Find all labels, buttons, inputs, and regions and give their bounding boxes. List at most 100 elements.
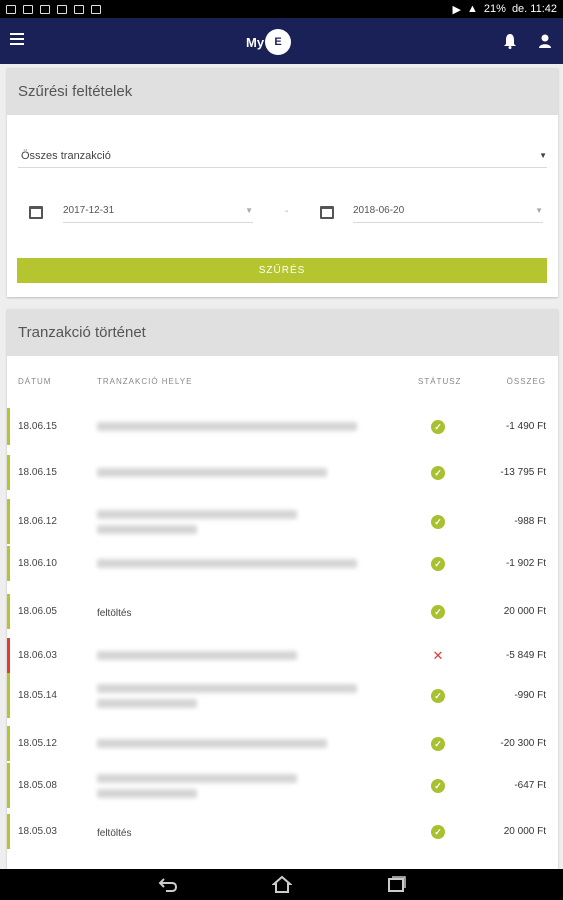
date-to-value: 2018-06-20 [353,205,405,216]
logo-mark: E [265,29,292,55]
redacted-text [97,421,357,431]
user-profile-icon[interactable] [538,33,552,49]
redacted-text [97,524,197,534]
transaction-amount: -988 Ft [514,515,546,527]
calendar-icon[interactable] [320,206,334,219]
transaction-place [97,738,397,754]
redacted-text [97,788,197,798]
transaction-date: 18.05.03 [18,825,57,837]
failed-icon: ✕ [432,647,444,663]
date-to-field[interactable]: 2018-06-20 ▼ [353,199,543,223]
success-check-icon: ✓ [431,419,445,434]
app-bar: My E [0,18,563,64]
transaction-row[interactable]: 18.05.08 ✓ -647 Ft [7,763,558,808]
transaction-amount: -1 902 Ft [505,557,546,569]
dropdown-caret-icon: ▼ [245,206,253,215]
success-check-icon: ✓ [431,465,445,480]
transaction-amount: -5 849 Ft [505,649,546,661]
notification-icon [6,4,16,14]
transaction-amount: -647 Ft [514,779,546,791]
filter-button[interactable]: SZŰRÉS [17,258,547,283]
notification-icon [91,4,101,14]
transaction-place [97,467,397,483]
redacted-text [97,738,327,748]
redacted-text [97,558,357,568]
row-status-indicator [7,594,10,629]
column-header-place: TRANZAKCIÓ HELYE [97,377,193,386]
transaction-place [97,683,397,714]
transaction-amount: -13 795 Ft [500,466,546,478]
transaction-place [97,650,397,666]
success-check-icon: ✓ [431,556,445,571]
transaction-type-select[interactable]: Összes tranzakció ▼ [18,144,547,168]
clock: de. 11:42 [511,3,557,15]
transaction-date: 18.06.12 [18,515,57,527]
transaction-place [97,558,397,574]
back-icon[interactable] [158,875,178,893]
logo-prefix: My [246,34,265,50]
transaction-row[interactable]: 18.05.03 feltöltés ✓ 20 000 Ft [7,814,558,849]
notification-icon [57,4,67,14]
logo: My E [246,28,292,56]
date-range-separator: - [285,206,289,217]
transaction-row[interactable]: 18.06.15 ✓ -13 795 Ft [7,455,558,490]
history-title: Tranzakció történet [7,309,558,356]
transaction-place [97,509,397,540]
transaction-type-value: Összes tranzakció [21,149,111,162]
home-icon[interactable] [272,875,292,893]
notification-icons [6,4,101,14]
row-status-indicator [7,546,10,581]
transaction-date: 18.06.15 [18,466,57,478]
transaction-row[interactable]: 18.05.12 ✓ -20 300 Ft [7,726,558,761]
android-nav-bar [0,869,563,900]
column-header-status: STÁTUSZ [418,377,462,386]
redacted-text [97,683,357,693]
calendar-icon[interactable] [29,206,43,219]
bluetooth-icon: ▶ [452,3,462,16]
row-status-indicator [7,499,10,544]
transaction-amount: 20 000 Ft [503,605,546,617]
redacted-text [97,509,297,519]
transaction-row[interactable]: 18.06.03 ✕ -5 849 Ft [7,638,558,673]
transaction-amount: -20 300 Ft [500,737,546,749]
row-status-indicator [7,673,10,718]
transaction-row[interactable]: 18.06.12 ✓ -988 Ft [7,499,558,544]
transaction-date: 18.06.10 [18,557,57,569]
transaction-row[interactable]: 18.05.14 ✓ -990 Ft [7,673,558,718]
transaction-amount: 20 000 Ft [503,825,546,837]
redacted-text [97,650,297,660]
filter-card: Szűrési feltételek Összes tranzakció ▼ 2… [7,68,558,297]
redacted-text [97,467,327,477]
row-status-indicator [7,726,10,761]
transaction-row[interactable]: 18.06.05 feltöltés ✓ 20 000 Ft [7,594,558,629]
transaction-place: feltöltés [97,827,132,839]
success-check-icon: ✓ [431,604,445,619]
transaction-place [97,773,397,804]
success-check-icon: ✓ [431,778,445,793]
row-status-indicator [7,814,10,849]
transaction-place: feltöltés [97,607,132,619]
status-bar: ▶ ▲ 21% de. 11:42 [0,0,563,18]
transaction-date: 18.05.12 [18,737,57,749]
transaction-date: 18.06.03 [18,649,57,661]
recent-apps-icon[interactable] [386,875,406,893]
success-check-icon: ✓ [431,736,445,751]
success-check-icon: ✓ [431,688,445,703]
filter-title: Szűrési feltételek [7,68,558,115]
notification-bell-icon[interactable] [503,33,517,49]
transaction-row[interactable]: 18.06.10 ✓ -1 902 Ft [7,546,558,581]
date-from-field[interactable]: 2017-12-31 ▼ [63,199,253,223]
row-status-indicator [7,763,10,808]
success-check-icon: ✓ [431,824,445,839]
hamburger-menu-icon[interactable] [10,33,24,47]
battery-level: 21% [483,3,506,15]
transaction-date: 18.05.08 [18,779,57,791]
transaction-amount: -990 Ft [514,689,546,701]
row-status-indicator [7,638,10,673]
transaction-date: 18.05.14 [18,689,57,701]
success-check-icon: ✓ [431,514,445,529]
transaction-row[interactable]: 18.06.15 ✓ -1 490 Ft [7,408,558,445]
notification-icon [40,4,50,14]
transaction-date: 18.06.15 [18,420,57,432]
wifi-icon: ▲ [467,3,478,15]
